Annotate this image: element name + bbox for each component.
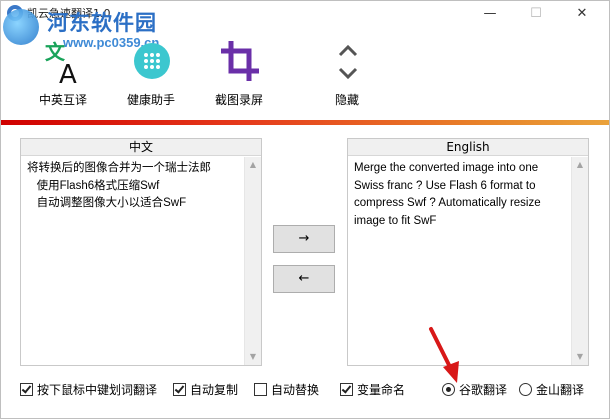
screenshot-record-button[interactable]: 截图录屏 xyxy=(199,31,279,111)
checkbox-box[interactable] xyxy=(254,383,267,396)
hide-label: 隐藏 xyxy=(334,93,359,107)
english-pane-scrollbar[interactable]: ▲ ▼ xyxy=(571,157,588,365)
check-icon xyxy=(21,383,32,394)
auto-copy-label: 自动复制 xyxy=(190,383,239,397)
hide-button[interactable]: 隐藏 xyxy=(307,31,387,111)
gradient-divider xyxy=(1,120,609,125)
scroll-down-icon[interactable]: ▼ xyxy=(572,349,588,365)
translate-tool-button[interactable]: 文 A 中英互译 xyxy=(23,31,103,111)
health-assistant-icon xyxy=(134,43,170,79)
close-button[interactable]: ✕ xyxy=(559,1,605,26)
english-pane-header: English xyxy=(348,139,588,156)
checkbox-box[interactable] xyxy=(173,383,186,396)
english-text-area[interactable]: Merge the converted image into one Swiss… xyxy=(354,160,566,230)
chinese-text-area[interactable]: 将转换后的图像合并为一个瑞士法郎 使用Flash6格式压缩Swf 自动调整图像大… xyxy=(27,160,239,213)
translate-to-english-button[interactable]: → xyxy=(273,225,335,253)
check-icon xyxy=(174,383,185,394)
hotkey-translate-label: 按下鼠标中键划词翻译 xyxy=(37,383,158,397)
check-icon xyxy=(341,383,352,394)
translate-icon: 文 A xyxy=(45,40,77,89)
scroll-up-icon[interactable]: ▲ xyxy=(572,157,588,173)
maximize-button[interactable]: ☐ xyxy=(513,1,559,26)
google-translate-label: 谷歌翻译 xyxy=(459,383,508,397)
checkbox-box[interactable] xyxy=(20,383,33,396)
app-window: 凯云急速翻译1.0 — ☐ ✕ 河东软件园 www.pc0359.cn 文 A … xyxy=(0,0,610,419)
radio-selected-dot xyxy=(446,387,451,392)
collapse-expand-icon xyxy=(338,44,358,80)
health-assistant-button[interactable]: 健康助手 xyxy=(111,31,191,111)
checkbox-box[interactable] xyxy=(340,383,353,396)
translate-tool-label: 中英互译 xyxy=(38,93,87,107)
chinese-text-pane: 中文 将转换后的图像合并为一个瑞士法郎 使用Flash6格式压缩Swf 自动调整… xyxy=(20,138,262,366)
radio-circle[interactable] xyxy=(519,383,532,396)
kingsoft-translate-label: 金山翻译 xyxy=(536,383,585,397)
translate-to-chinese-button[interactable]: ← xyxy=(273,265,335,293)
crop-icon xyxy=(221,41,259,81)
variable-naming-label: 变量命名 xyxy=(357,383,406,397)
chinese-pane-scrollbar[interactable]: ▲ ▼ xyxy=(244,157,261,365)
scroll-up-icon[interactable]: ▲ xyxy=(245,157,261,173)
svg-text:A: A xyxy=(59,60,77,89)
scroll-down-icon[interactable]: ▼ xyxy=(245,349,261,365)
screenshot-record-label: 截图录屏 xyxy=(214,93,263,107)
red-arrow-icon xyxy=(429,327,459,383)
minimize-button[interactable]: — xyxy=(467,1,513,26)
health-assistant-label: 健康助手 xyxy=(126,93,175,107)
auto-replace-label: 自动替换 xyxy=(271,383,320,397)
chinese-pane-header: 中文 xyxy=(21,139,261,156)
radio-circle[interactable] xyxy=(442,383,455,396)
